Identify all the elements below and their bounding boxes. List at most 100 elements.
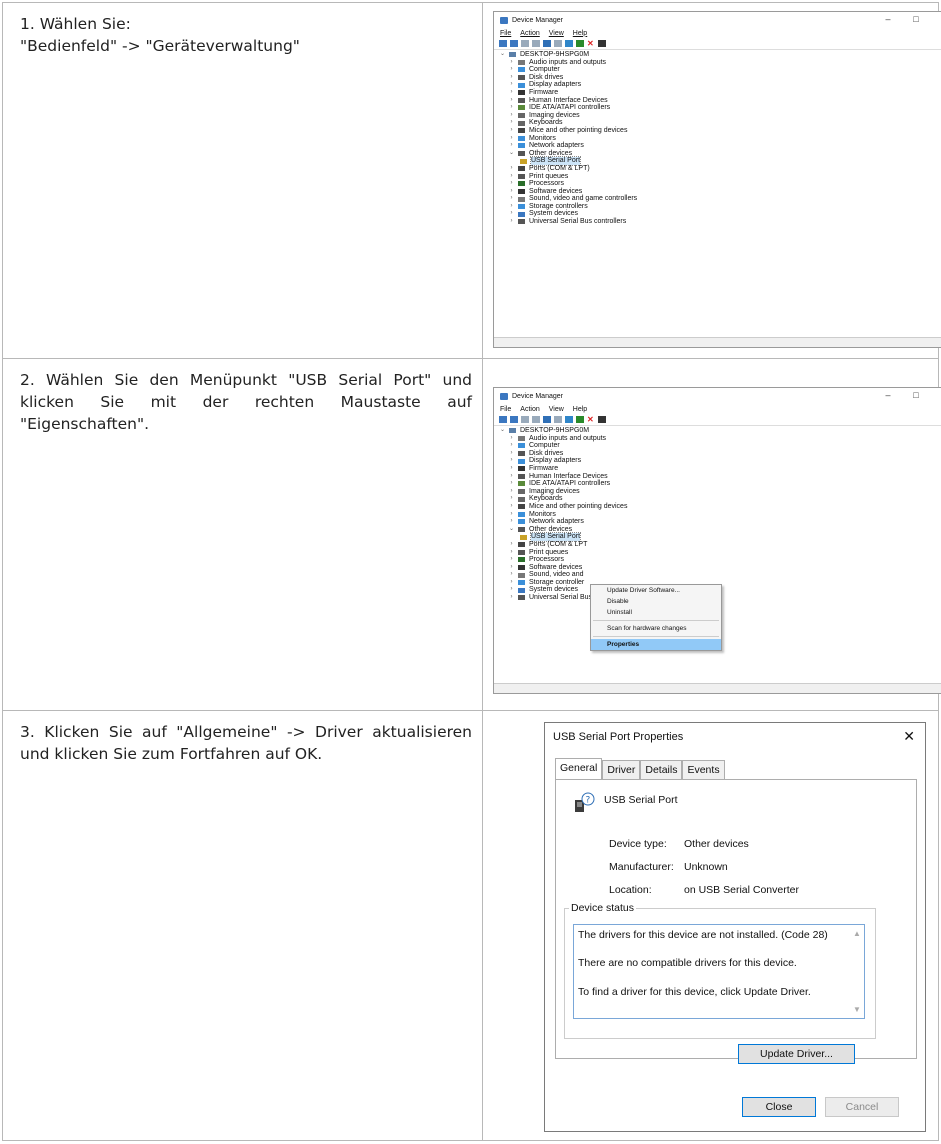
collapse-chevron-icon[interactable]: › [507, 518, 516, 526]
tab-events[interactable]: Events [682, 760, 725, 779]
collapse-chevron-icon[interactable]: › [507, 549, 516, 557]
tree-item[interactable]: › Computer [498, 66, 941, 74]
tree-item[interactable]: USB Serial Port [498, 532, 941, 542]
collapse-chevron-icon[interactable]: › [507, 203, 516, 211]
tree-item[interactable]: › Imaging devices [498, 488, 941, 496]
tree-item[interactable]: › Software devices [498, 188, 941, 196]
close-icon[interactable]: ✕ [930, 390, 941, 401]
collapse-chevron-icon[interactable]: › [507, 586, 516, 594]
collapse-chevron-icon[interactable]: › [507, 442, 516, 450]
tree-item[interactable]: › Processors [498, 556, 941, 564]
collapse-chevron-icon[interactable]: › [507, 579, 516, 587]
maximize-icon[interactable]: □ [902, 14, 930, 25]
tree-item[interactable]: › Universal Serial Bus controllers [498, 218, 941, 226]
collapse-chevron-icon[interactable]: › [507, 81, 516, 89]
add-driver-icon[interactable] [576, 416, 584, 423]
collapse-chevron-icon[interactable]: › [507, 188, 516, 196]
collapse-chevron-icon[interactable]: › [507, 571, 516, 579]
collapse-chevron-icon[interactable]: › [507, 503, 516, 511]
collapse-chevron-icon[interactable]: › [507, 59, 516, 67]
properties-toolbar-icon[interactable] [521, 416, 529, 423]
collapse-chevron-icon[interactable]: › [507, 119, 516, 127]
menu-action[interactable]: Action [520, 30, 539, 37]
tree-item[interactable]: › Sound, video and game controllers [498, 195, 941, 203]
tree-item[interactable]: › Computer [498, 442, 941, 450]
download-icon[interactable] [598, 416, 606, 423]
remove-icon[interactable]: ✕ [587, 416, 595, 424]
menu-view[interactable]: View [549, 30, 564, 37]
scroll-up-icon[interactable]: ▲ [850, 929, 864, 938]
tree-item[interactable]: › Keyboards [498, 119, 941, 127]
collapse-chevron-icon[interactable]: › [507, 89, 516, 97]
tree-root[interactable]: ⌄ DESKTOP-9HSPG0M [498, 51, 941, 59]
tree-item[interactable]: › Ports (COM & LPT) [498, 165, 941, 173]
context-scan-hardware[interactable]: Scan for hardware changes [591, 623, 721, 634]
tree-item[interactable]: › Audio inputs and outputs [498, 435, 941, 443]
tree-item[interactable]: › Firmware [498, 89, 941, 97]
tree-item[interactable]: › Human Interface Devices [498, 473, 941, 481]
tree-item[interactable]: ⌄ Other devices [498, 150, 941, 158]
monitor-icon[interactable] [565, 416, 573, 423]
collapse-chevron-icon[interactable]: › [507, 450, 516, 458]
monitor-icon[interactable] [565, 40, 573, 47]
tree-item[interactable]: › Firmware [498, 465, 941, 473]
show-hidden-icon[interactable] [532, 40, 540, 47]
collapse-chevron-icon[interactable]: › [507, 66, 516, 74]
tree-item[interactable]: › Network adapters [498, 518, 941, 526]
collapse-chevron-icon[interactable]: › [507, 556, 516, 564]
collapse-chevron-icon[interactable]: › [507, 127, 516, 135]
tree-item[interactable]: › Imaging devices [498, 112, 941, 120]
collapse-chevron-icon[interactable]: › [507, 541, 516, 549]
collapse-chevron-icon[interactable]: › [507, 495, 516, 503]
properties-toolbar-icon[interactable] [521, 40, 529, 47]
collapse-chevron-icon[interactable]: › [507, 594, 516, 602]
menu-view[interactable]: View [549, 406, 564, 413]
tree-item[interactable]: › Disk drives [498, 450, 941, 458]
add-driver-icon[interactable] [576, 40, 584, 47]
help-icon[interactable] [543, 416, 551, 423]
tree-item[interactable]: › Disk drives [498, 74, 941, 82]
context-update-driver[interactable]: Update Driver Software... [591, 585, 721, 596]
status-scrollbar[interactable]: ▲ ▼ [850, 925, 864, 1018]
menu-action[interactable]: Action [520, 406, 539, 413]
collapse-chevron-icon[interactable]: › [507, 135, 516, 143]
collapse-chevron-icon[interactable]: › [507, 465, 516, 473]
help-icon[interactable] [543, 40, 551, 47]
tree-item[interactable]: › Monitors [498, 511, 941, 519]
expand-chevron-icon[interactable]: ⌄ [498, 427, 507, 435]
tree-item[interactable]: › Print queues [498, 173, 941, 181]
collapse-chevron-icon[interactable]: › [507, 104, 516, 112]
cancel-button[interactable]: Cancel [825, 1097, 899, 1117]
menu-help[interactable]: Help [573, 30, 587, 37]
tree-item[interactable]: › Sound, video and [498, 571, 941, 579]
collapse-chevron-icon[interactable]: › [507, 480, 516, 488]
tab-details[interactable]: Details [640, 760, 683, 779]
expand-chevron-icon[interactable]: ⌄ [507, 150, 516, 158]
back-icon[interactable] [499, 416, 507, 423]
tree-item[interactable]: › IDE ATA/ATAPI controllers [498, 104, 941, 112]
menu-file[interactable]: File [500, 406, 511, 413]
collapse-chevron-icon[interactable]: › [507, 435, 516, 443]
tree-item[interactable]: › Processors [498, 180, 941, 188]
collapse-chevron-icon[interactable]: › [507, 511, 516, 519]
tree-item[interactable]: USB Serial Port [498, 156, 941, 166]
expand-chevron-icon[interactable]: ⌄ [507, 526, 516, 534]
collapse-chevron-icon[interactable]: › [507, 488, 516, 496]
download-icon[interactable] [598, 40, 606, 47]
tree-root[interactable]: ⌄ DESKTOP-9HSPG0M [498, 427, 941, 435]
tree-item[interactable]: › Mice and other pointing devices [498, 503, 941, 511]
device-status-box[interactable]: The drivers for this device are not inst… [573, 924, 865, 1019]
collapse-chevron-icon[interactable]: › [507, 473, 516, 481]
tab-driver[interactable]: Driver [602, 760, 641, 779]
tree-item[interactable]: › Print queues [498, 549, 941, 557]
tree-item[interactable]: › Storage controllers [498, 203, 941, 211]
expand-chevron-icon[interactable]: ⌄ [498, 51, 507, 59]
forward-icon[interactable] [510, 416, 518, 423]
tree-item[interactable]: › Mice and other pointing devices [498, 127, 941, 135]
collapse-chevron-icon[interactable]: › [507, 112, 516, 120]
tree-item[interactable]: › Network adapters [498, 142, 941, 150]
close-icon[interactable]: ✕ [903, 728, 915, 745]
menu-help[interactable]: Help [573, 406, 587, 413]
context-uninstall[interactable]: Uninstall [591, 607, 721, 618]
collapse-chevron-icon[interactable]: › [507, 74, 516, 82]
